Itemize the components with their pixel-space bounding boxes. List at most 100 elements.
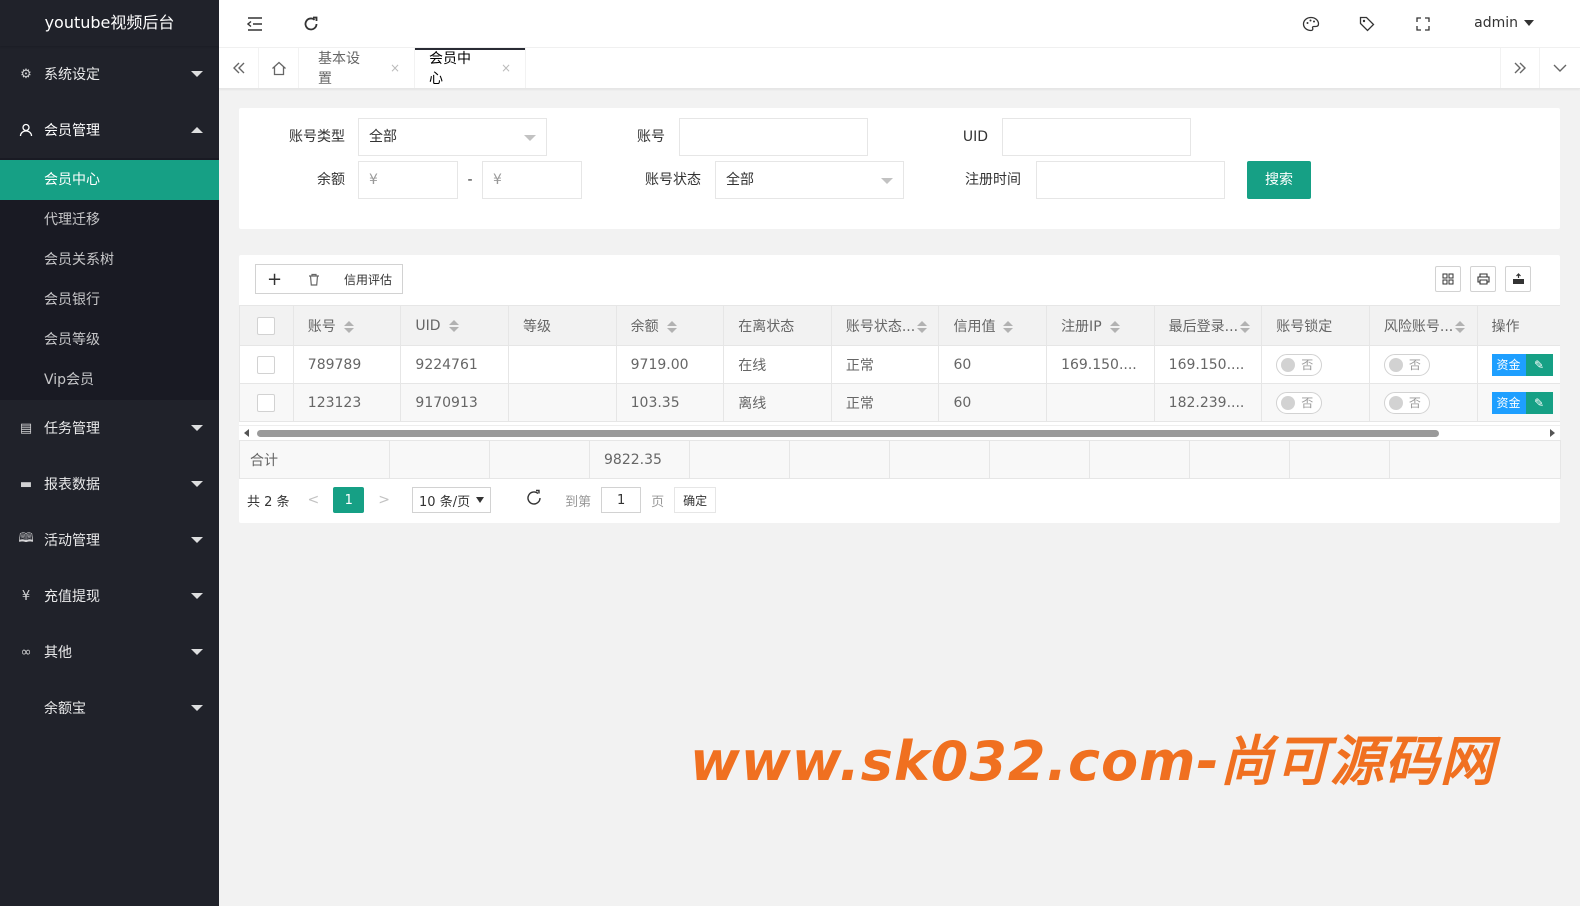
columns-icon[interactable] <box>1435 266 1461 292</box>
scroll-left-arrow-icon[interactable] <box>244 429 249 437</box>
confirm-button[interactable]: 确定 <box>674 487 717 513</box>
prev-page-icon[interactable]: < <box>308 492 320 508</box>
fullscreen-icon[interactable] <box>1411 0 1435 48</box>
sort-icon[interactable] <box>448 319 459 332</box>
refresh-icon[interactable] <box>299 0 323 48</box>
tab-member-center[interactable]: 会员中心 × <box>415 48 526 88</box>
goto-label: 到第 <box>565 494 592 510</box>
tabs-menu-icon[interactable] <box>1540 48 1580 88</box>
lock-toggle[interactable]: 否 <box>1276 353 1323 376</box>
next-page-icon[interactable]: > <box>378 492 390 508</box>
home-icon[interactable] <box>259 48 299 88</box>
scroll-thumb[interactable] <box>257 430 1439 437</box>
sort-icon[interactable] <box>343 320 354 333</box>
risk-toggle[interactable]: 否 <box>1383 391 1430 414</box>
edit-icon[interactable]: ✎ <box>1525 353 1553 376</box>
account-type-select[interactable]: 全部 <box>358 118 547 156</box>
row-checkbox-cell <box>239 345 294 384</box>
tab-basic-settings[interactable]: 基本设置 × <box>304 48 415 88</box>
tabs-scroll-right-icon[interactable] <box>1500 48 1540 88</box>
sidebar-subitem-member-center[interactable]: 会员中心 <box>0 160 219 200</box>
sort-icon[interactable] <box>1455 320 1466 333</box>
sort-icon[interactable] <box>1003 320 1014 333</box>
total-cell <box>989 440 1090 479</box>
app-logo[interactable]: youtube视频后台 <box>0 0 219 46</box>
account-input[interactable] <box>679 118 868 156</box>
sidebar-item-yuebao[interactable]: 余额宝 <box>0 680 219 736</box>
totals-table: 合计 9822.35 <box>239 440 1561 479</box>
row-checkbox[interactable] <box>257 393 276 412</box>
theme-icon[interactable] <box>1299 0 1323 48</box>
tabs-scroll-left-icon[interactable] <box>219 48 259 88</box>
horizontal-scrollbar[interactable] <box>239 425 1560 439</box>
column-header[interactable]: 注册IP <box>1046 305 1155 346</box>
sidebar-subitem-member-level[interactable]: 会员等级 <box>0 320 219 360</box>
reg-time-input[interactable] <box>1036 161 1225 199</box>
sidebar-subitem-agent-migration[interactable]: 代理迁移 <box>0 200 219 240</box>
sidebar-item-reports[interactable]: ▬ 报表数据 <box>0 456 219 512</box>
column-header-label: 余额 <box>630 318 659 335</box>
balance-min-input[interactable]: ¥ <box>358 161 458 199</box>
select-all-checkbox[interactable] <box>257 316 276 335</box>
balance-max-input[interactable]: ¥ <box>482 161 582 199</box>
column-header[interactable]: 账号 <box>292 305 402 346</box>
column-header[interactable]: 信用值 <box>938 305 1048 346</box>
fund-button[interactable]: 资金 <box>1491 353 1526 376</box>
row-checkbox[interactable] <box>257 355 276 374</box>
column-header-label: 最后登录... <box>1168 318 1239 335</box>
column-header[interactable]: 风险账号... <box>1368 305 1478 346</box>
sidebar-subitem-member-bank[interactable]: 会员银行 <box>0 280 219 320</box>
column-header[interactable]: UID <box>400 305 510 346</box>
fund-button[interactable]: 资金 <box>1491 391 1526 414</box>
sidebar-item-label: 余额宝 <box>44 701 86 717</box>
menu-collapse-icon[interactable] <box>243 0 267 48</box>
goto-page-input[interactable]: 1 <box>601 487 642 513</box>
scroll-right-arrow-icon[interactable] <box>1550 429 1555 437</box>
sidebar-item-system[interactable]: ⚙ 系统设定 <box>0 46 219 102</box>
sort-icon[interactable] <box>1109 320 1120 333</box>
page-size-select[interactable]: 10 条/页 <box>412 487 492 513</box>
edit-icon[interactable]: ✎ <box>1525 391 1553 414</box>
column-header[interactable]: 余额 <box>615 305 725 346</box>
total-cell <box>889 440 990 479</box>
sidebar-item-tasks[interactable]: ▤ 任务管理 <box>0 400 219 456</box>
account-status-select[interactable]: 全部 <box>715 161 904 199</box>
risk-toggle[interactable]: 否 <box>1383 353 1430 376</box>
uid-label: UID <box>962 129 988 145</box>
uid-input[interactable] <box>1002 118 1191 156</box>
delete-button[interactable] <box>293 264 335 294</box>
search-button[interactable]: 搜索 <box>1247 161 1311 199</box>
sidebar-item-other[interactable]: ∞ 其他 <box>0 624 219 680</box>
account-status-label: 账号状态 <box>645 172 701 188</box>
tag-icon[interactable] <box>1355 0 1379 48</box>
sort-icon[interactable] <box>1240 320 1251 333</box>
print-icon[interactable] <box>1470 266 1496 292</box>
column-header[interactable]: 最后登录... <box>1153 305 1263 346</box>
export-icon[interactable] <box>1505 266 1531 292</box>
add-button[interactable]: + <box>255 264 294 294</box>
sidebar-item-recharge[interactable]: ¥ 充值提现 <box>0 568 219 624</box>
current-page[interactable]: 1 <box>333 487 365 513</box>
sort-icon[interactable] <box>917 320 928 333</box>
user-menu[interactable]: admin <box>1474 0 1534 46</box>
plus-icon: + <box>266 268 283 290</box>
close-icon[interactable]: × <box>390 61 400 75</box>
close-icon[interactable]: × <box>501 61 511 75</box>
page-suffix: 页 <box>651 494 665 510</box>
sidebar-item-members[interactable]: 会员管理 <box>0 102 219 158</box>
cell-lock: 否 <box>1261 345 1370 384</box>
cell-account: 789789 <box>292 345 402 384</box>
sidebar-item-activity[interactable]: 🕮 活动管理 <box>0 512 219 568</box>
sidebar-subitem-vip[interactable]: Vip会员 <box>0 360 219 400</box>
refresh-icon[interactable] <box>525 489 543 512</box>
sort-icon[interactable] <box>666 320 677 333</box>
credit-eval-button[interactable]: 信用评估 <box>334 264 403 294</box>
username: admin <box>1474 15 1518 31</box>
sidebar-subitem-member-tree[interactable]: 会员关系树 <box>0 240 219 280</box>
chevron-down-icon <box>191 481 203 487</box>
caret-down-icon <box>1524 20 1534 26</box>
column-header[interactable]: 账号状态... <box>830 305 940 346</box>
toggle-label: 否 <box>1408 396 1421 410</box>
money-icon: ¥ <box>21 588 31 604</box>
lock-toggle[interactable]: 否 <box>1276 391 1323 414</box>
